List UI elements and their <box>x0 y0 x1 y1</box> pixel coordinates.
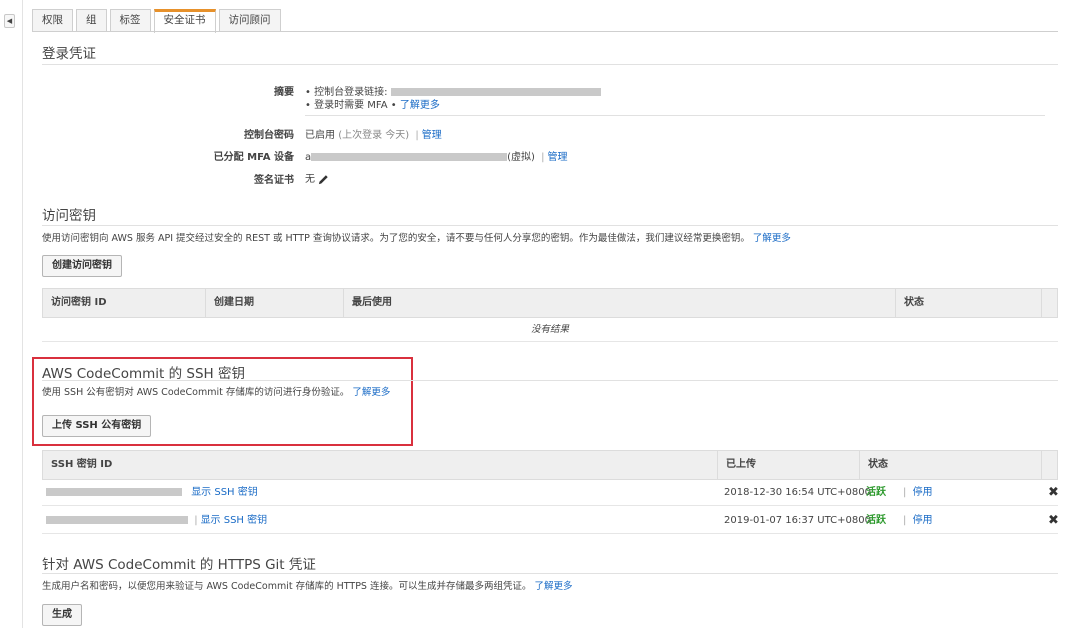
col-status[interactable]: 状态 <box>895 289 1041 317</box>
create-access-key-button[interactable]: 创建访问密钥 <box>42 255 122 277</box>
col-ssh-status[interactable]: 状态 <box>859 451 1041 479</box>
col-ssh-actions <box>1041 451 1057 479</box>
mfa-required-line: • 登录时需要 MFA • 了解更多 <box>305 96 440 111</box>
console-password-status: 已启用 <box>305 130 335 141</box>
col-uploaded[interactable]: 已上传 <box>717 451 859 479</box>
col-last-used[interactable]: 最后使用 <box>343 289 895 317</box>
deactivate-link[interactable]: 停用 <box>913 487 933 498</box>
tab-permissions[interactable]: 权限 <box>32 9 73 31</box>
ssh-key-id-cell: 显示 SSH 密钥 <box>46 480 258 506</box>
col-created-date[interactable]: 创建日期 <box>205 289 343 317</box>
show-ssh-key-link[interactable]: 显示 SSH 密钥 <box>201 515 268 526</box>
redacted-ssh-key-id <box>46 488 182 496</box>
generate-credentials-button[interactable]: 生成 <box>42 604 82 626</box>
table-row: 显示 SSH 密钥 2018-12-30 16:54 UTC+0800 活跃 |… <box>42 480 1059 506</box>
upload-ssh-key-button[interactable]: 上传 SSH 公有密钥 <box>42 415 152 437</box>
ssh-key-id-cell: | 显示 SSH 密钥 <box>46 508 267 534</box>
show-ssh-key-link[interactable]: 显示 SSH 密钥 <box>191 487 258 498</box>
https-git-learn-more-link[interactable]: 了解更多 <box>535 581 573 592</box>
ssh-keys-description: 使用 SSH 公有密钥对 AWS CodeCommit 存储库的访问进行身份验证… <box>42 384 390 398</box>
col-ssh-key-id[interactable]: SSH 密钥 ID <box>43 451 717 479</box>
divider <box>42 380 1058 381</box>
status-badge: 活跃 <box>866 515 886 526</box>
console-password-label: 控制台密码 <box>244 130 294 141</box>
tab-bar: 权限 组 标签 安全证书 访问顾问 <box>32 9 284 33</box>
access-keys-title: 访问密钥 <box>42 208 96 224</box>
empty-text: 没有结果 <box>530 324 569 335</box>
redacted-console-url <box>390 88 601 96</box>
divider <box>42 225 1058 226</box>
https-git-desc-text: 生成用户名和密码，以便您用来验证与 AWS CodeCommit 存储库的 HT… <box>42 581 532 592</box>
separator: | <box>903 515 907 526</box>
redacted-mfa-arn <box>311 153 508 161</box>
pencil-icon[interactable] <box>318 174 329 185</box>
manage-password-link[interactable]: 管理 <box>422 130 442 141</box>
mfa-virtual-tag: (虚拟) <box>507 152 535 163</box>
tab-access-advisor[interactable]: 访问顾问 <box>218 9 281 31</box>
mfa-device-label: 已分配 MFA 设备 <box>213 152 294 163</box>
tabs-divider <box>32 31 1058 32</box>
signing-cert-label: 签名证书 <box>254 175 294 186</box>
ssh-keys-desc-text: 使用 SSH 公有密钥对 AWS CodeCommit 存储库的访问进行身份验证… <box>42 387 350 398</box>
separator: | <box>194 515 198 526</box>
access-keys-description: 使用访问密钥向 AWS 服务 API 提交经过安全的 REST 或 HTTP 查… <box>42 230 791 244</box>
tab-groups[interactable]: 组 <box>76 9 107 31</box>
login-credentials-title: 登录凭证 <box>42 46 96 62</box>
divider <box>42 64 1058 65</box>
mfa-required-text: • 登录时需要 MFA • <box>305 100 400 111</box>
action-cell: | 停用 <box>900 508 933 534</box>
signing-cert-value: 无 <box>305 170 329 185</box>
manage-mfa-link[interactable]: 管理 <box>548 152 568 163</box>
col-access-key-id[interactable]: 访问密钥 ID <box>43 289 205 317</box>
divider <box>305 115 1045 116</box>
action-cell: | 停用 <box>900 480 933 506</box>
mfa-device-value: a (虚拟) | 管理 <box>305 148 568 163</box>
https-git-title: 针对 AWS CodeCommit 的 HTTPS Git 凭证 <box>42 557 316 573</box>
ssh-keys-learn-more-link[interactable]: 了解更多 <box>352 387 390 398</box>
status-badge: 活跃 <box>866 487 886 498</box>
table-empty-row: 没有结果 <box>42 318 1058 342</box>
signing-cert-none: 无 <box>305 174 315 185</box>
separator: | <box>541 152 545 163</box>
col-actions <box>1041 289 1057 317</box>
separator: | <box>903 487 907 498</box>
caret-left-icon[interactable]: ◀ <box>4 14 15 28</box>
side-rail: ◀ <box>0 0 18 628</box>
console-password-value: 已启用 (上次登录 今天) | 管理 <box>305 126 442 141</box>
tab-tags[interactable]: 标签 <box>109 9 151 31</box>
close-x-icon[interactable]: ✖ <box>1048 480 1059 506</box>
separator: | <box>415 130 419 141</box>
deactivate-link[interactable]: 停用 <box>913 515 933 526</box>
last-signin-note: (上次登录 今天) <box>338 130 410 141</box>
uploaded-cell: 2018-12-30 16:54 UTC+0800 <box>724 487 871 498</box>
table-row: | 显示 SSH 密钥 2019-01-07 16:37 UTC+0800 活跃 … <box>42 508 1059 534</box>
redacted-ssh-key-id <box>46 516 188 524</box>
divider <box>42 573 1058 574</box>
uploaded-cell: 2019-01-07 16:37 UTC+0800 <box>724 515 871 526</box>
rail-divider <box>22 0 23 628</box>
summary-learn-more-link[interactable]: 了解更多 <box>400 100 440 111</box>
summary-label: 摘要 <box>274 87 294 98</box>
tab-security-credentials[interactable]: 安全证书 <box>153 9 216 33</box>
ssh-keys-title: AWS CodeCommit 的 SSH 密钥 <box>42 366 245 382</box>
https-git-description: 生成用户名和密码，以便您用来验证与 AWS CodeCommit 存储库的 HT… <box>42 578 573 592</box>
close-x-icon[interactable]: ✖ <box>1048 508 1059 534</box>
access-keys-table-header: 访问密钥 ID 创建日期 最后使用 状态 <box>42 288 1058 318</box>
ssh-keys-table-header: SSH 密钥 ID 已上传 状态 <box>42 450 1058 480</box>
access-keys-learn-more-link[interactable]: 了解更多 <box>753 233 791 244</box>
access-keys-desc-text: 使用访问密钥向 AWS 服务 API 提交经过安全的 REST 或 HTTP 查… <box>42 233 750 244</box>
